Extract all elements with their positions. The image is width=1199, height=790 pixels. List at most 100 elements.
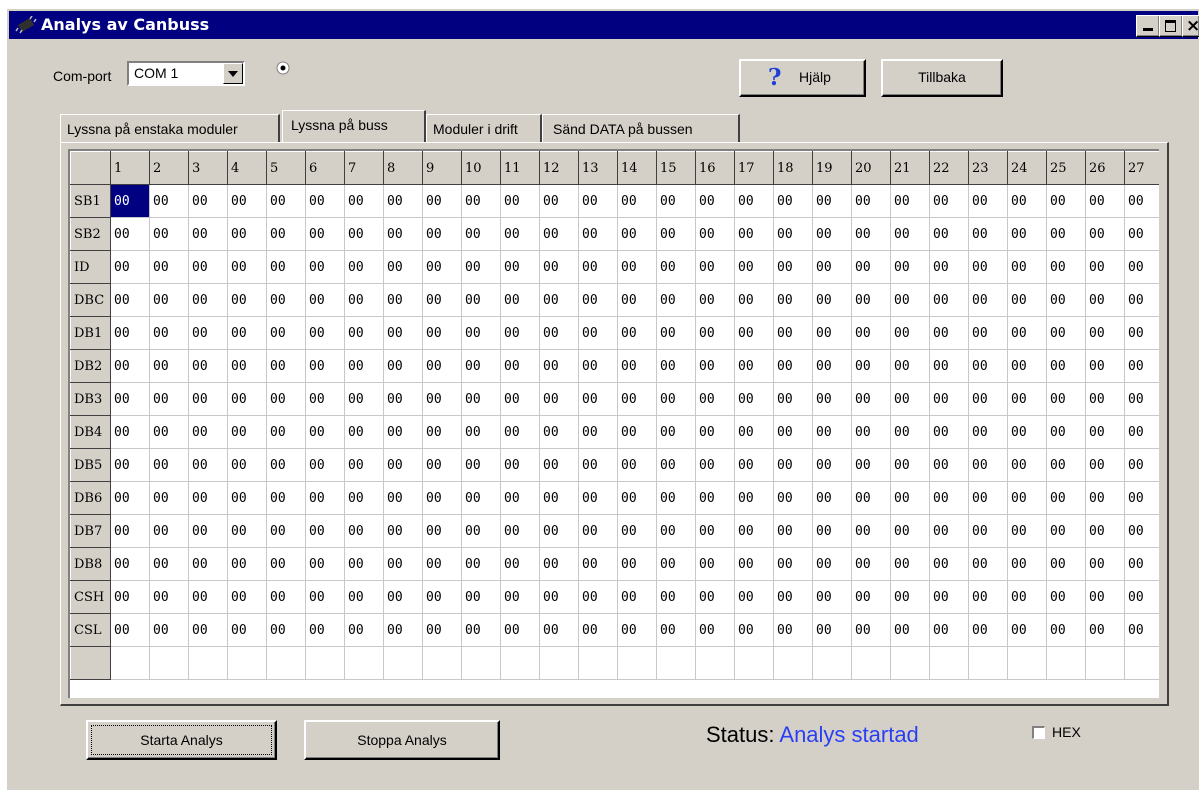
grid-cell[interactable]: 00 — [422, 547, 462, 581]
column-header[interactable]: 3 — [188, 151, 228, 185]
grid-cell[interactable]: 00 — [422, 250, 462, 284]
grid-cell[interactable]: 00 — [695, 613, 735, 647]
maximize-button[interactable] — [1159, 15, 1183, 37]
grid-cell[interactable]: 00 — [578, 217, 618, 251]
grid-cell[interactable]: 00 — [695, 415, 735, 449]
grid-cell[interactable]: 00 — [1085, 217, 1125, 251]
grid-cell[interactable]: 00 — [1085, 448, 1125, 482]
grid-cell[interactable]: 00 — [734, 580, 774, 614]
grid-cell[interactable]: 00 — [1046, 415, 1086, 449]
grid-cell[interactable] — [539, 646, 579, 680]
row-header[interactable]: DB2 — [70, 349, 111, 383]
grid-cell[interactable]: 00 — [812, 184, 852, 218]
grid-cell[interactable]: 00 — [149, 217, 189, 251]
grid-cell[interactable] — [110, 646, 150, 680]
grid-cell[interactable]: 00 — [266, 580, 306, 614]
grid-cell[interactable]: 00 — [1046, 217, 1086, 251]
grid-cell[interactable]: 00 — [851, 283, 891, 317]
grid-cell[interactable]: 00 — [812, 382, 852, 416]
row-header[interactable]: DB4 — [70, 415, 111, 449]
grid-cell[interactable]: 00 — [968, 415, 1008, 449]
grid-cell[interactable]: 00 — [422, 349, 462, 383]
grid-cell[interactable]: 00 — [539, 481, 579, 515]
grid-cell[interactable] — [578, 646, 618, 680]
grid-cell[interactable]: 00 — [734, 448, 774, 482]
grid-cell[interactable]: 00 — [110, 382, 150, 416]
grid-cell[interactable]: 00 — [929, 613, 969, 647]
grid-cell[interactable]: 00 — [812, 316, 852, 350]
grid-cell[interactable]: 00 — [1124, 580, 1159, 614]
grid-cell[interactable]: 00 — [734, 184, 774, 218]
grid-cell[interactable]: 00 — [656, 613, 696, 647]
grid-cell[interactable]: 00 — [695, 547, 735, 581]
tab-bus[interactable]: Lyssna på buss — [282, 110, 426, 142]
grid-cell[interactable]: 00 — [227, 316, 267, 350]
grid-cell[interactable]: 00 — [578, 547, 618, 581]
grid-cell[interactable]: 00 — [110, 217, 150, 251]
grid-cell[interactable]: 00 — [110, 547, 150, 581]
grid-cell[interactable]: 00 — [812, 250, 852, 284]
grid-cell[interactable]: 00 — [890, 415, 930, 449]
grid-cell[interactable]: 00 — [305, 349, 345, 383]
grid-cell[interactable]: 00 — [149, 316, 189, 350]
grid-cell[interactable]: 00 — [773, 580, 813, 614]
grid-cell[interactable]: 00 — [734, 547, 774, 581]
grid-cell[interactable]: 00 — [890, 448, 930, 482]
grid-cell[interactable] — [500, 646, 540, 680]
grid-cell[interactable]: 00 — [1007, 382, 1047, 416]
grid-cell[interactable] — [422, 646, 462, 680]
grid-cell[interactable]: 00 — [1124, 415, 1159, 449]
grid-cell[interactable]: 00 — [1124, 217, 1159, 251]
grid-cell[interactable]: 00 — [383, 316, 423, 350]
grid-cell[interactable]: 00 — [110, 283, 150, 317]
column-header[interactable]: 22 — [929, 151, 969, 185]
grid-cell[interactable]: 00 — [968, 382, 1008, 416]
grid-cell[interactable]: 00 — [1046, 547, 1086, 581]
grid-cell[interactable]: 00 — [344, 382, 384, 416]
grid-cell[interactable]: 00 — [422, 283, 462, 317]
grid-cell[interactable]: 00 — [578, 481, 618, 515]
grid-cell[interactable]: 00 — [1007, 547, 1047, 581]
grid-cell[interactable]: 00 — [266, 415, 306, 449]
column-header[interactable]: 6 — [305, 151, 345, 185]
grid-cell[interactable]: 00 — [968, 217, 1008, 251]
grid-cell[interactable]: 00 — [266, 481, 306, 515]
grid-cell[interactable]: 00 — [149, 184, 189, 218]
grid-cell[interactable]: 00 — [266, 448, 306, 482]
grid-cell[interactable]: 00 — [227, 217, 267, 251]
grid-cell[interactable]: 00 — [344, 415, 384, 449]
grid-cell[interactable]: 00 — [890, 250, 930, 284]
grid-cell[interactable]: 00 — [344, 217, 384, 251]
grid-cell[interactable]: 00 — [773, 184, 813, 218]
grid-cell[interactable]: 00 — [227, 184, 267, 218]
grid-cell[interactable]: 00 — [383, 448, 423, 482]
grid-cell[interactable]: 00 — [1007, 217, 1047, 251]
grid-cell[interactable]: 00 — [500, 250, 540, 284]
grid-cell[interactable]: 00 — [851, 316, 891, 350]
grid-cell[interactable]: 00 — [1124, 613, 1159, 647]
grid-cell[interactable]: 00 — [812, 613, 852, 647]
grid-cell[interactable]: 00 — [227, 382, 267, 416]
row-header[interactable]: DB1 — [70, 316, 111, 350]
grid-cell[interactable]: 00 — [890, 349, 930, 383]
grid-cell[interactable]: 00 — [110, 514, 150, 548]
grid-cell[interactable] — [149, 646, 189, 680]
grid-cell[interactable]: 00 — [383, 547, 423, 581]
grid-cell[interactable]: 00 — [695, 250, 735, 284]
grid-cell[interactable]: 00 — [734, 382, 774, 416]
column-header[interactable]: 12 — [539, 151, 579, 185]
grid-cell[interactable]: 00 — [539, 448, 579, 482]
grid-cell[interactable]: 00 — [890, 613, 930, 647]
grid-cell[interactable]: 00 — [1007, 613, 1047, 647]
grid-cell[interactable]: 00 — [734, 217, 774, 251]
grid-cell[interactable]: 00 — [422, 316, 462, 350]
grid-cell[interactable]: 00 — [812, 415, 852, 449]
grid-cell[interactable]: 00 — [188, 250, 228, 284]
grid-cell[interactable]: 00 — [1046, 316, 1086, 350]
grid-cell[interactable]: 00 — [773, 349, 813, 383]
grid-cell[interactable]: 00 — [227, 415, 267, 449]
grid-cell[interactable] — [461, 646, 501, 680]
grid-cell[interactable]: 00 — [929, 448, 969, 482]
grid-cell[interactable]: 00 — [812, 217, 852, 251]
column-header[interactable]: 9 — [422, 151, 462, 185]
